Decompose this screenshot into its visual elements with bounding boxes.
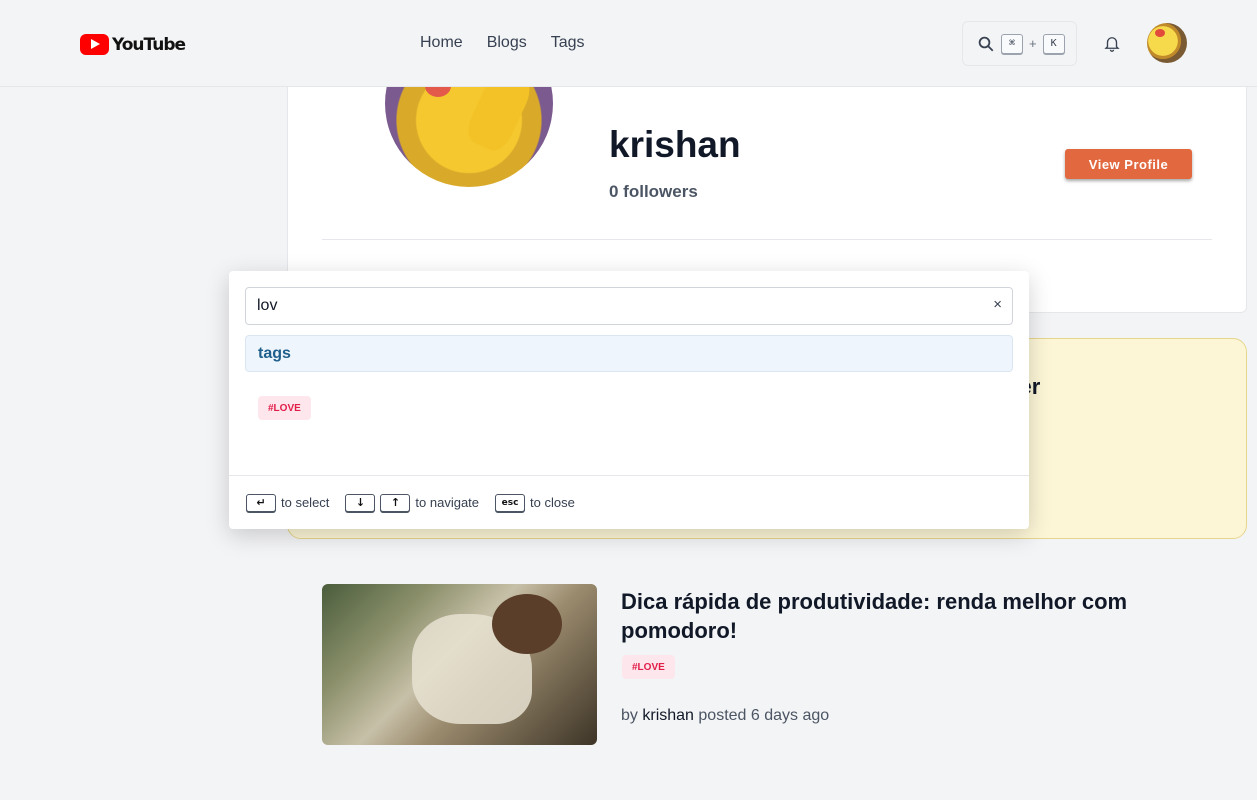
nav-tags[interactable]: Tags	[551, 34, 585, 52]
search-modal: × tags #LOVE ↵ to select ↓ ↑ to navigate…	[229, 271, 1029, 529]
play-icon	[80, 34, 109, 55]
arrow-up-key-icon: ↑	[380, 493, 411, 512]
select-hint-text: to select	[281, 495, 330, 510]
view-profile-button[interactable]: View Profile	[1065, 149, 1192, 179]
post-time: posted 6 days ago	[698, 707, 830, 724]
enter-key-icon: ↵	[246, 493, 276, 512]
post-thumbnail[interactable]	[322, 584, 597, 745]
profile-divider	[322, 239, 1212, 240]
clear-search-icon[interactable]: ×	[993, 296, 1002, 313]
top-header: YouTube Home Blogs Tags ⌘ + K	[0, 0, 1257, 87]
post-by: by	[621, 707, 638, 724]
nav-blogs[interactable]: Blogs	[487, 34, 527, 52]
search-button[interactable]: ⌘ + K	[962, 21, 1077, 66]
results-section-tags[interactable]: tags	[245, 335, 1013, 372]
main-nav: Home Blogs Tags	[420, 34, 585, 52]
cmd-key: ⌘	[1001, 33, 1023, 54]
post-tag-badge[interactable]: #LOVE	[622, 655, 675, 679]
post-author-link[interactable]: krishan	[642, 707, 694, 724]
search-icon	[978, 36, 994, 51]
search-input[interactable]	[246, 288, 1012, 324]
select-hint: ↵ to select	[246, 493, 330, 512]
close-hint: esc to close	[495, 493, 575, 512]
bell-icon	[1104, 37, 1120, 52]
result-tag-love[interactable]: #LOVE	[258, 396, 311, 420]
navigate-hint-text: to navigate	[415, 495, 480, 510]
logo-text: YouTube	[112, 34, 186, 55]
nav-home[interactable]: Home	[420, 34, 463, 52]
plus-sign: +	[1029, 36, 1037, 51]
followers-count: 0 followers	[609, 182, 698, 201]
profile-name: krishan	[609, 124, 741, 165]
post-title[interactable]: Dica rápida de produtividade: renda melh…	[621, 587, 1221, 645]
esc-key-icon: esc	[495, 493, 526, 512]
k-key: K	[1042, 33, 1065, 54]
close-hint-text: to close	[530, 495, 575, 510]
user-avatar[interactable]	[1147, 23, 1187, 63]
youtube-logo[interactable]: YouTube	[80, 34, 186, 55]
navigate-hint: ↓ ↑ to navigate	[345, 493, 480, 512]
arrow-down-key-icon: ↓	[345, 493, 376, 512]
notifications-button[interactable]	[1103, 34, 1121, 57]
search-field-wrapper: ×	[245, 287, 1013, 325]
post-meta: by krishan posted 6 days ago	[621, 707, 829, 725]
modal-footer: ↵ to select ↓ ↑ to navigate esc to close	[229, 475, 1029, 529]
